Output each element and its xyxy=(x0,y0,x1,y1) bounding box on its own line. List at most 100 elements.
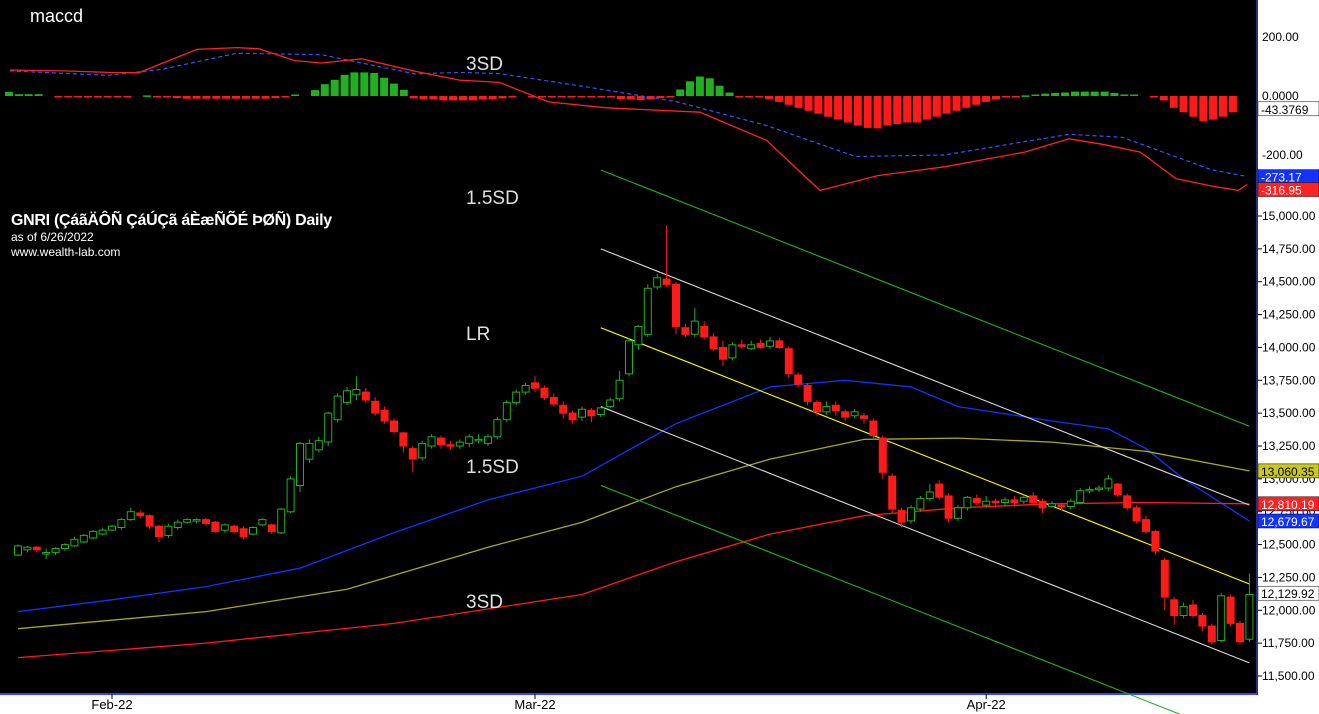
candle-body xyxy=(192,519,201,522)
candle-body xyxy=(549,396,558,405)
macd-histogram-bar xyxy=(607,96,616,98)
candle-body xyxy=(925,491,934,500)
macd-histogram-bar xyxy=(291,94,300,96)
macd-histogram-bar xyxy=(409,96,418,99)
candle-body xyxy=(1038,500,1047,509)
macd-histogram-bar xyxy=(1061,92,1070,96)
macd-histogram-bar xyxy=(429,96,438,100)
chart-title: GNRI (ÇáãÄÔÑ ÇáÚÇã áÈæÑÕÉ ÞØÑ) Daily xyxy=(11,212,332,229)
candle-body xyxy=(32,546,41,551)
candle-body xyxy=(888,475,897,510)
candle-body xyxy=(211,521,220,532)
price-axis-tick-label: 15,000.00 xyxy=(1262,209,1316,223)
macd-histogram-bar xyxy=(1219,96,1227,117)
candle-body xyxy=(1151,530,1160,552)
candle-body xyxy=(1179,605,1188,616)
candle-body xyxy=(1198,615,1207,627)
candle-body xyxy=(126,511,135,521)
candle-body xyxy=(521,385,530,393)
candle-body xyxy=(108,525,116,531)
candle-body xyxy=(625,340,633,375)
macd-histogram-bar xyxy=(113,96,122,98)
candle-body xyxy=(145,515,154,527)
macd-value-badge-label: -316.95 xyxy=(1261,184,1302,198)
candle-body xyxy=(653,277,662,288)
candle-body xyxy=(1226,596,1235,624)
price-value-badge-label: 12,129.92 xyxy=(1261,587,1315,601)
candle-body xyxy=(822,406,831,413)
macd-histogram-bar xyxy=(755,96,764,98)
candle-body xyxy=(878,437,887,473)
candle-body xyxy=(756,343,765,348)
macd-histogram-bar xyxy=(873,96,882,129)
candle-body xyxy=(343,390,351,404)
price-axis-tick-label: 13,750.00 xyxy=(1262,373,1316,387)
candle-body xyxy=(1095,487,1103,491)
macd-histogram-bar xyxy=(1051,93,1060,96)
price-value-badge-label: 13,060.35 xyxy=(1261,465,1315,479)
macd-histogram-bar xyxy=(725,92,734,96)
channel-label: 1.5SD xyxy=(466,188,519,209)
price-axis-tick-label: 14,500.00 xyxy=(1262,275,1316,289)
price-value-badge-label: 12,810.19 xyxy=(1261,498,1315,512)
channel-label: LR xyxy=(466,324,490,345)
macd-histogram-bar xyxy=(212,96,221,99)
macd-histogram-bar xyxy=(774,96,783,102)
candle-body xyxy=(1066,500,1075,508)
macd-histogram-bar xyxy=(1041,93,1050,96)
candle-body xyxy=(484,436,492,444)
candle-body xyxy=(239,528,248,538)
macd-histogram-bar xyxy=(1159,96,1168,101)
candle-body xyxy=(314,440,323,451)
candle-body xyxy=(841,411,850,418)
macd-histogram-bar xyxy=(538,96,546,98)
macd-histogram-bar xyxy=(192,96,201,99)
macd-histogram-bar xyxy=(311,90,319,96)
macd-histogram-bar xyxy=(982,96,991,102)
candle-body xyxy=(737,344,746,347)
candle-body xyxy=(23,546,32,551)
macd-histogram-bar xyxy=(922,96,931,120)
macd-histogram-bar xyxy=(261,96,270,99)
candle-body xyxy=(277,508,286,534)
candle-body xyxy=(1029,495,1038,503)
moving-average-line xyxy=(17,501,1250,659)
macd-histogram-bar xyxy=(488,96,497,99)
candle-body xyxy=(972,498,981,504)
candle-body xyxy=(70,538,79,547)
candle-body xyxy=(1132,507,1141,522)
candle-body xyxy=(907,507,915,522)
candle-body xyxy=(371,400,380,414)
macd-histogram-bar xyxy=(1209,96,1218,120)
candle-body xyxy=(258,519,267,526)
candle-body xyxy=(963,496,972,509)
price-axis-tick-label: 12,250.00 xyxy=(1262,570,1316,584)
channel-label: 1.5SD xyxy=(466,457,519,478)
macd-histogram-bar xyxy=(202,96,211,99)
macd-histogram-bar xyxy=(834,96,843,120)
macd-histogram-bar xyxy=(232,96,240,99)
candle-body xyxy=(587,410,596,417)
candle-body xyxy=(249,527,257,535)
regression-band-line xyxy=(600,248,1250,506)
price-axis-tick-label: 12,000.00 xyxy=(1262,603,1316,617)
macd-histogram-bar xyxy=(715,85,724,96)
macd-histogram-bar xyxy=(24,94,33,96)
macd-histogram-bar xyxy=(913,96,921,123)
macd-value-badge-label: -43.3769 xyxy=(1261,103,1309,117)
price-axis-tick-label: 11,750.00 xyxy=(1262,636,1315,650)
regression-band-line xyxy=(600,169,1250,427)
macd-histogram-bar xyxy=(992,96,1000,100)
macd-histogram-bar xyxy=(1189,96,1198,117)
candle-body xyxy=(333,395,342,421)
macd-histogram-bar xyxy=(853,96,862,126)
macd-histogram-bar xyxy=(241,96,250,99)
macd-histogram-bar xyxy=(162,96,171,98)
macd-histogram-bar xyxy=(1011,96,1020,98)
candle-body xyxy=(136,512,145,517)
candle-body xyxy=(418,442,427,459)
candle-body xyxy=(89,530,98,539)
macd-histogram-bar xyxy=(5,91,13,96)
macd-histogram-bar xyxy=(903,96,912,123)
candle-body xyxy=(916,498,925,510)
